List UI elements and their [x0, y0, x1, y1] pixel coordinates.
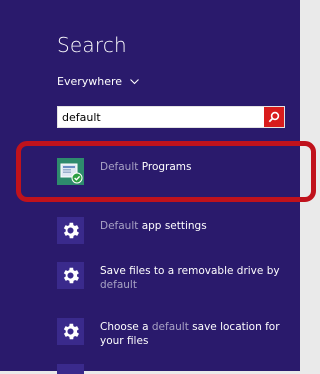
search-box	[57, 106, 285, 128]
result-text: Choose a	[100, 321, 152, 333]
result-choose-save-location[interactable]: Choose a default save location for your …	[57, 318, 300, 348]
result-text: app settings	[138, 220, 207, 232]
result-label: Default app settings	[100, 219, 290, 233]
gear-icon	[57, 262, 84, 289]
result-label: Save files to a removable drive by defau…	[100, 264, 290, 292]
match-text: Default	[100, 220, 139, 232]
gear-icon	[57, 217, 84, 244]
magnifier-icon	[268, 108, 280, 127]
search-button[interactable]	[264, 107, 284, 127]
result-save-removable-drive[interactable]: Save files to a removable drive by defau…	[57, 262, 300, 292]
result-default-programs[interactable]: Default Programs	[57, 158, 300, 185]
match-text: default	[100, 279, 137, 291]
result-text: Programs	[138, 161, 192, 173]
search-input[interactable]	[58, 107, 267, 127]
partial-result-icon	[57, 364, 84, 374]
result-default-app-settings[interactable]: Default app settings	[57, 217, 300, 244]
chevron-down-icon	[130, 78, 139, 85]
scope-label: Everywhere	[57, 75, 123, 88]
result-label: Choose a default save location for your …	[100, 320, 290, 348]
search-charm-pane: Search Everywhere default Default Progra…	[0, 0, 300, 374]
result-text: Save files to a removable drive by	[100, 265, 280, 277]
result-label: Default Programs	[100, 160, 290, 174]
match-text: default	[151, 321, 189, 333]
default-programs-icon	[57, 158, 84, 185]
pane-title: Search	[57, 33, 127, 57]
match-text: Default	[100, 161, 139, 173]
search-scope-dropdown[interactable]: Everywhere	[57, 75, 139, 88]
gear-icon	[57, 318, 84, 345]
